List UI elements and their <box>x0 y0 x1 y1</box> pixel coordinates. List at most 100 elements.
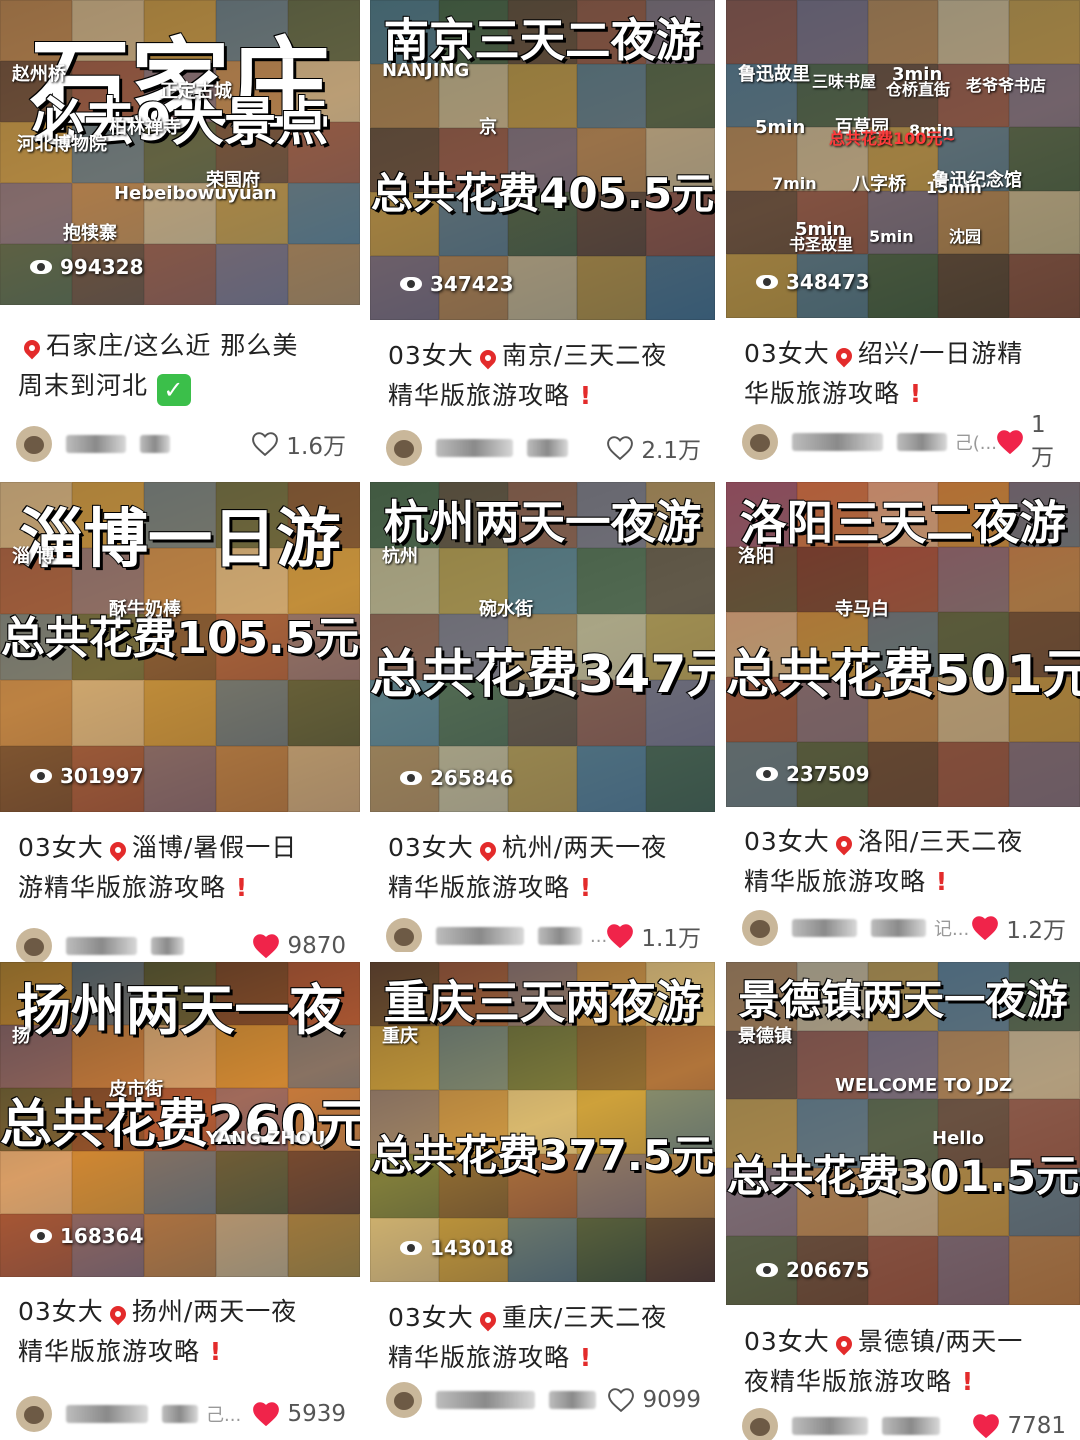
like-button[interactable]: 5939 <box>253 1401 346 1427</box>
author-name-blurred <box>527 439 568 457</box>
title-location: 石家庄/这么近 那么美 <box>46 331 299 360</box>
author-name-blurred <box>792 1417 868 1435</box>
note-title[interactable]: 石家庄/这么近 那么美周末到河北 ✓ <box>18 326 346 406</box>
note-title[interactable]: 03女大 淄博/暑假一日 游精华版旅游攻略 ! <box>18 828 346 908</box>
note-cover-image[interactable]: 洛阳三天二夜游 总共花费501元 洛阳 寺马白 237509 <box>726 482 1080 807</box>
author-avatar[interactable] <box>386 430 422 466</box>
check-mark-icon: ✓ <box>156 374 191 406</box>
note-cover-image[interactable]: 重庆三天两夜游 总共花费377.5元 重庆 143018 <box>370 962 715 1282</box>
title-subtitle: 周末到河北 <box>18 371 149 400</box>
exclamation-icon: ! <box>570 381 593 410</box>
like-button[interactable]: 1.6万 <box>252 427 346 461</box>
heart-icon <box>253 934 280 958</box>
cover-overlay-label: 7min <box>772 174 817 193</box>
note-meta-row: 9099 <box>386 1380 701 1420</box>
author-avatar[interactable] <box>16 928 52 962</box>
note-card[interactable]: 杭州两天一夜游 总共花费347元 杭州 碗水街 265846 03女大 杭州/两天一夜 精华版… <box>370 482 715 952</box>
note-cover-image[interactable]: 扬州两天一夜 总共花费260元扬皮市街 YANG ZHOU 168364 <box>0 962 360 1277</box>
view-count-value: 168364 <box>60 1224 144 1248</box>
cover-price-caption: 总共花费301.5元 <box>726 1151 1080 1203</box>
author-avatar[interactable] <box>742 1408 778 1440</box>
note-cover-image[interactable]: 淄博一日游 总共花费105.5元淄 博酥牛奶棒 301997 <box>0 482 360 812</box>
note-cover-image[interactable]: 杭州两天一夜游 总共花费347元 杭州 碗水街 265846 <box>370 482 715 812</box>
note-card[interactable]: 淄博一日游 总共花费105.5元淄 博酥牛奶棒 301997 03女大 淄博/暑假一日游… <box>0 482 360 962</box>
eye-icon <box>30 260 52 274</box>
note-cover-image[interactable]: 石家庄 必去9大景点 赵州桥 柏林禅寺 荣国府 抱犊寨 正定古城 河北博物院 Hebeibowu… <box>0 0 360 305</box>
view-count: 143018 <box>400 1236 514 1260</box>
cover-overlay-label: WELCOME TO JDZ <box>835 1075 1013 1096</box>
note-title[interactable]: 03女大 扬州/两天一夜 精华版旅游攻略 ! <box>18 1292 346 1372</box>
like-button[interactable]: 1.1万 <box>607 919 701 952</box>
author-name-blurred <box>151 937 184 955</box>
cover-overlay-label: 书圣故里 <box>789 235 854 254</box>
author-avatar[interactable] <box>16 426 52 462</box>
like-count: 5939 <box>287 1401 346 1427</box>
exclamation-icon: ! <box>570 1343 593 1372</box>
author-avatar[interactable] <box>16 1396 52 1432</box>
eye-icon <box>400 771 422 785</box>
cover-price-caption: 总共花费377.5元 <box>370 1130 715 1181</box>
author-name[interactable]: 记... <box>934 915 969 941</box>
note-title[interactable]: 03女大 杭州/两天一夜 精华版旅游攻略 ! <box>388 828 701 908</box>
cover-price-caption: 总共花费405.5元 <box>370 168 715 219</box>
note-cover-image[interactable]: 南京三天二夜游 总共花费405.5元 NANJING 京 347423 <box>370 0 715 320</box>
title-location: 杭州/两天一夜 <box>501 833 668 862</box>
cover-price-caption: 总共花费501元 <box>726 644 1080 706</box>
note-card[interactable]: 景德镇两天一夜游 总共花费301.5元 景德镇 WELCOME TO JDZ Hello… <box>726 962 1080 1440</box>
like-count: 1.2万 <box>1006 918 1066 944</box>
note-card[interactable]: 重庆三天两夜游 总共花费377.5元 重庆 143018 03女大 重庆/三天二夜 精华版旅… <box>370 962 715 1440</box>
note-cover-image[interactable]: 鲁迅故里 百草园 鲁迅纪念馆 5min 3min 5min 八字桥 沈园 三味书屋 8min 7mi… <box>726 0 1080 318</box>
view-count: 348473 <box>756 270 870 294</box>
author-name[interactable]: 己(... <box>955 429 997 455</box>
author-avatar[interactable] <box>742 424 778 460</box>
title-subtitle: 夜精华版旅游攻略 <box>744 1367 953 1396</box>
location-pin-icon <box>832 1332 856 1356</box>
note-card[interactable]: 鲁迅故里 百草园 鲁迅纪念馆 5min 3min 5min 八字桥 沈园 三味书屋 8min 7mi… <box>726 0 1080 470</box>
like-button[interactable]: 9099 <box>608 1387 701 1413</box>
title-author-tag: 03女大 <box>744 1327 830 1356</box>
view-count-value: 994328 <box>60 255 144 279</box>
author-name-blurred <box>140 435 170 453</box>
like-button[interactable]: 7781 <box>973 1413 1066 1439</box>
note-cover-image[interactable]: 景德镇两天一夜游 总共花费301.5元 景德镇 WELCOME TO JDZ Hello… <box>726 962 1080 1305</box>
cover-overlay-label: 赵州桥 <box>12 64 66 85</box>
note-title[interactable]: 03女大 绍兴/一日游精 华版旅游攻略 ! <box>744 334 1066 414</box>
location-pin-icon <box>476 1308 500 1332</box>
location-pin-icon <box>106 1302 130 1326</box>
location-pin-icon <box>832 344 856 368</box>
author-name[interactable]: 己... <box>206 1401 241 1427</box>
view-count-value: 206675 <box>786 1258 870 1282</box>
note-card[interactable]: 洛阳三天二夜游 总共花费501元 洛阳 寺马白 237509 03女大 洛阳/三天二夜 精华版… <box>726 482 1080 952</box>
view-count-value: 347423 <box>430 272 514 296</box>
view-count: 347423 <box>400 272 514 296</box>
cover-overlay-label: 总共花费100元~ <box>829 129 956 148</box>
author-avatar[interactable] <box>386 1382 422 1418</box>
author-avatar[interactable] <box>386 918 422 952</box>
note-title[interactable]: 03女大 南京/三天二夜 精华版旅游攻略 ! <box>388 336 701 416</box>
note-title[interactable]: 03女大 洛阳/三天二夜 精华版旅游攻略 ! <box>744 822 1066 902</box>
title-location: 淄博/暑假一日 <box>131 833 298 862</box>
like-button[interactable]: 2.1万 <box>607 431 701 465</box>
note-title[interactable]: 03女大 景德镇/两天一 夜精华版旅游攻略 ! <box>744 1322 1066 1402</box>
cover-overlay-label: 扬 <box>12 1026 30 1047</box>
eye-icon <box>756 1263 778 1277</box>
cover-overlay-label: 洛阳 <box>738 546 774 567</box>
author-name-blurred <box>882 1417 940 1435</box>
cover-overlay-label: 寺马白 <box>835 599 889 620</box>
eye-icon <box>30 769 52 783</box>
like-button[interactable]: 1万 <box>997 412 1066 470</box>
view-count-value: 348473 <box>786 270 870 294</box>
author-name[interactable]: ... <box>590 926 607 947</box>
cover-overlay-label: 柏林禅寺 <box>109 117 181 138</box>
note-card[interactable]: 石家庄 必去9大景点 赵州桥 柏林禅寺 荣国府 抱犊寨 正定古城 河北博物院 Hebeibowu… <box>0 0 360 470</box>
note-card[interactable]: 扬州两天一夜 总共花费260元扬皮市街 YANG ZHOU 168364 03女大 扬州/… <box>0 962 360 1440</box>
view-count-value: 237509 <box>786 762 870 786</box>
note-meta-row: 7781 <box>742 1406 1066 1440</box>
view-count: 206675 <box>756 1258 870 1282</box>
title-author-tag: 03女大 <box>388 341 474 370</box>
note-card[interactable]: 南京三天二夜游 总共花费405.5元 NANJING 京 347423 03女大 南京/三天… <box>370 0 715 470</box>
like-button[interactable]: 1.2万 <box>972 911 1066 945</box>
like-button[interactable]: 9870 <box>253 933 346 959</box>
author-avatar[interactable] <box>742 910 778 946</box>
note-title[interactable]: 03女大 重庆/三天二夜 精华版旅游攻略 ! <box>388 1298 701 1378</box>
